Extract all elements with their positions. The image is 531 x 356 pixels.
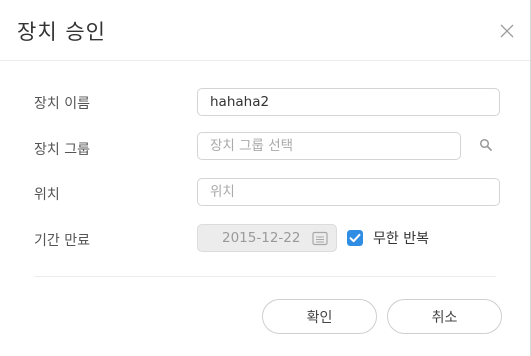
infinite-repeat-label: 무한 반복 xyxy=(373,231,429,247)
approve-device-dialog: 장치 승인 장치 이름 장치 그룹 위치 기간 만료 2015-12-22 xyxy=(0,0,531,356)
cancel-button[interactable]: 취소 xyxy=(387,299,502,334)
infinite-repeat-option[interactable]: 무한 반복 xyxy=(347,229,429,247)
expiry-label: 기간 만료 xyxy=(34,233,90,249)
device-group-input[interactable] xyxy=(197,132,461,160)
close-icon[interactable] xyxy=(498,22,516,40)
dialog-header: 장치 승인 xyxy=(0,0,530,61)
expiry-date-field: 2015-12-22 xyxy=(197,224,337,252)
confirm-button[interactable]: 확인 xyxy=(262,299,377,334)
infinite-repeat-checkbox[interactable] xyxy=(347,230,363,246)
device-name-input[interactable] xyxy=(197,88,500,116)
device-group-label: 장치 그룹 xyxy=(34,142,90,158)
footer-divider xyxy=(34,276,496,277)
dialog-title: 장치 승인 xyxy=(17,20,106,44)
device-name-label: 장치 이름 xyxy=(34,96,90,112)
location-input[interactable] xyxy=(197,178,500,206)
search-icon[interactable] xyxy=(479,138,493,152)
calendar-icon xyxy=(312,231,328,246)
page-backdrop: 장치 승인 장치 이름 장치 그룹 위치 기간 만료 2015-12-22 xyxy=(0,0,531,356)
expiry-date-value: 2015-12-22 xyxy=(222,230,301,246)
location-label: 위치 xyxy=(34,187,60,203)
